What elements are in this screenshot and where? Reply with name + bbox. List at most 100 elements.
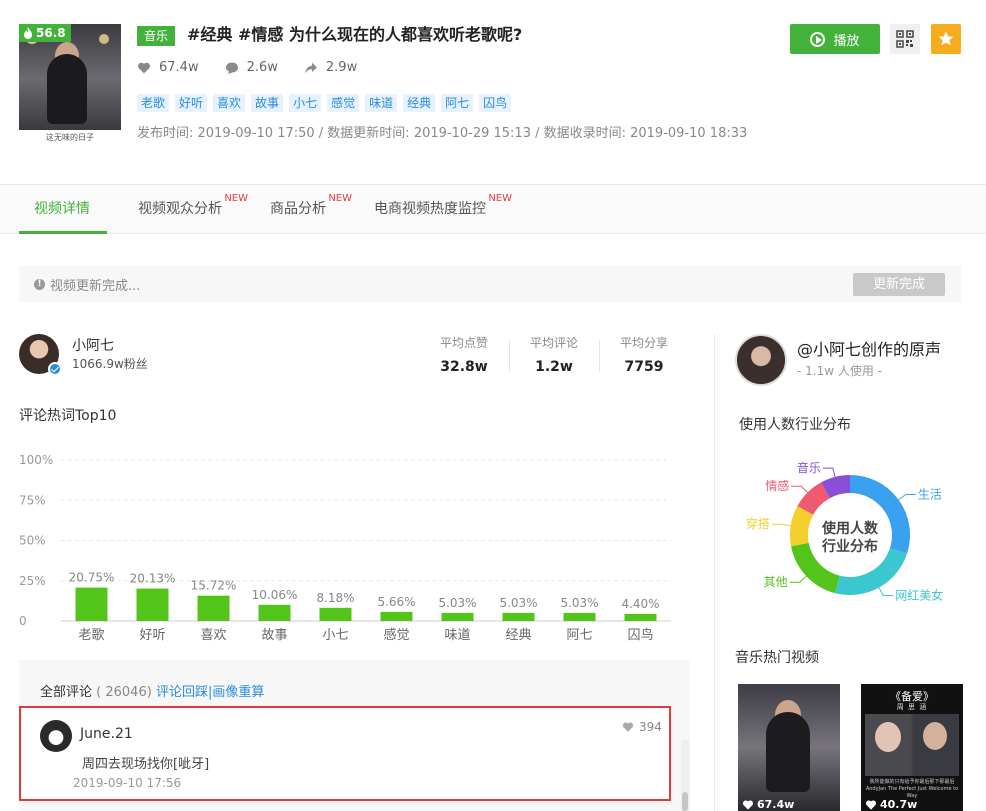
video-thumbnail[interactable]: 这无味的日子 [19,24,121,146]
author-fans: 1066.9w粉丝 [72,357,148,371]
label-leader-line [822,467,836,478]
donut-segment [821,475,851,499]
industry-donut-chart: 生活网红美女 其他 穿搭 情感音乐使用人数行业分布 [746,460,943,602]
comments-header: 全部评论 ( 26046) 评论回踩|画像重算 [40,681,264,700]
bar [258,604,291,621]
comment-likes: 394 [622,720,662,734]
flame-icon [24,27,32,39]
play-icon [810,31,826,47]
play-button[interactable]: 播放 [790,24,880,54]
thumbnail-caption: 这无味的日子 [19,130,121,146]
bar [197,595,230,621]
y-tick-label: 25% [19,574,46,588]
tag[interactable]: 经典 [403,94,436,112]
segment-label: 音乐 [797,460,821,475]
tab-audience-analysis[interactable]: 视频观众分析 NEW [138,185,248,234]
tag[interactable]: 好听 [175,94,208,112]
segment-label: 情感 [765,478,789,493]
tag[interactable]: 老歌 [137,94,170,112]
commenter-avatar[interactable] [40,720,72,752]
donut-segment [790,506,814,547]
update-complete-button[interactable]: 更新完成 [853,273,945,296]
label-leader-line [789,575,807,583]
tag[interactable]: 小七 [289,94,322,112]
bar-value-label: 15.72% [191,579,237,593]
tag[interactable]: 感觉 [327,94,360,112]
keywords-bar-chart: 0 25% 50% 75% 100% 20.75% 老歌 20.13% 好听 15.72% 喜欢 10… [19,453,671,643]
comments-links[interactable]: 评论回踩|画像重算 [156,685,264,700]
avg-likes-value: 32.8w [440,359,488,375]
stat-separator [599,340,600,372]
bar-value-label: 20.75% [69,571,115,585]
right-panel-divider [714,334,715,811]
donut-center-label: 行业分布 [821,538,878,555]
avg-shares-label: 平均分享 [619,336,668,350]
label-leader-line [878,587,894,596]
comments-all-label: 全部评论 [40,685,93,700]
bar [319,607,352,621]
y-tick-label: 0 [19,614,27,628]
heart-icon [622,722,634,732]
heart-icon [865,800,877,810]
hot-video-card[interactable]: 《备爱》 周 思 涵 我所能做的只有给予你最后那下那最后AndyJan The … [861,684,963,811]
favorite-button[interactable] [931,24,961,54]
bar [502,612,535,621]
active-tab-indicator [19,231,107,234]
hot-videos-title: 音乐热门视频 [735,650,819,666]
hot-video-likes: 40.7w [865,798,917,811]
category-badge: 音乐 [137,26,176,46]
segment-label: 穿搭 [746,516,770,531]
keywords-title: 评论热词Top10 [19,408,117,424]
bar-value-label: 5.03% [560,596,598,610]
qr-code-button[interactable] [890,24,920,54]
tag[interactable]: 故事 [251,94,284,112]
x-tick-label: 感觉 [383,627,409,643]
segment-label: 网红美女 [895,587,943,602]
scrollbar-thumb[interactable] [682,792,688,811]
heart-icon [742,800,754,810]
tag[interactable]: 喜欢 [213,94,246,112]
y-tick-label: 100% [19,453,53,467]
avg-comments-label: 平均评论 [529,336,578,350]
label-leader-line [791,485,808,493]
likes-stat: 67.4w [137,60,199,75]
hot-video-card[interactable]: 67.4w [738,684,840,811]
hot-video-likes-count: 40.7w [880,798,918,811]
shares-stat: 2.9w [304,60,357,75]
video-times: 发布时间: 2019-09-10 17:50 / 数据更新时间: 2019-10… [137,126,748,141]
avg-comments-value: 1.2w [535,359,573,375]
segment-label: 生活 [918,487,942,501]
bar-value-label: 20.13% [130,572,176,586]
tag-list: 老歌 好听 喜欢 故事 小七 感觉 味道 经典 阿七 囚鸟 [137,94,512,112]
sound-avatar[interactable] [735,334,787,386]
comment-time: 2019-09-10 17:56 [73,776,182,790]
heart-icon [138,62,150,73]
new-badge: NEW [328,193,352,204]
tab-product-analysis[interactable]: 商品分析 NEW [270,185,352,234]
bar [380,611,413,621]
tab-bar: 视频详情 视频观众分析 NEW 商品分析 NEW 电商视频热度监控 NEW [0,185,986,234]
bar-value-label: 4.40% [621,597,659,611]
tab-ecommerce-monitor[interactable]: 电商视频热度监控 NEW [374,185,512,234]
comment-likes-count: 394 [639,720,662,734]
comment-icon [225,62,238,74]
x-tick-label: 喜欢 [200,628,226,643]
y-tick-label: 50% [19,534,46,548]
tag[interactable]: 味道 [365,94,398,112]
star-icon [938,31,954,46]
singer-figure [766,712,810,792]
y-tick-label: 75% [19,493,46,507]
bar [563,612,596,621]
video-title: #经典 #情感 为什么现在的人都喜欢听老歌呢? [187,25,523,44]
distribution-title: 使用人数行业分布 [739,417,851,433]
tag[interactable]: 阿七 [441,94,474,112]
x-tick-label: 好听 [139,628,165,643]
tab-video-detail[interactable]: 视频详情 [34,185,90,234]
bar-value-label: 8.18% [316,591,354,605]
sound-name[interactable]: @小阿七创作的原声 [797,336,941,360]
tag[interactable]: 囚鸟 [479,94,512,112]
comments-scrollbar[interactable] [681,740,689,811]
bar [441,612,474,621]
author-name[interactable]: 小阿七 [72,335,114,355]
commenter-name[interactable]: June.21 [80,726,133,742]
